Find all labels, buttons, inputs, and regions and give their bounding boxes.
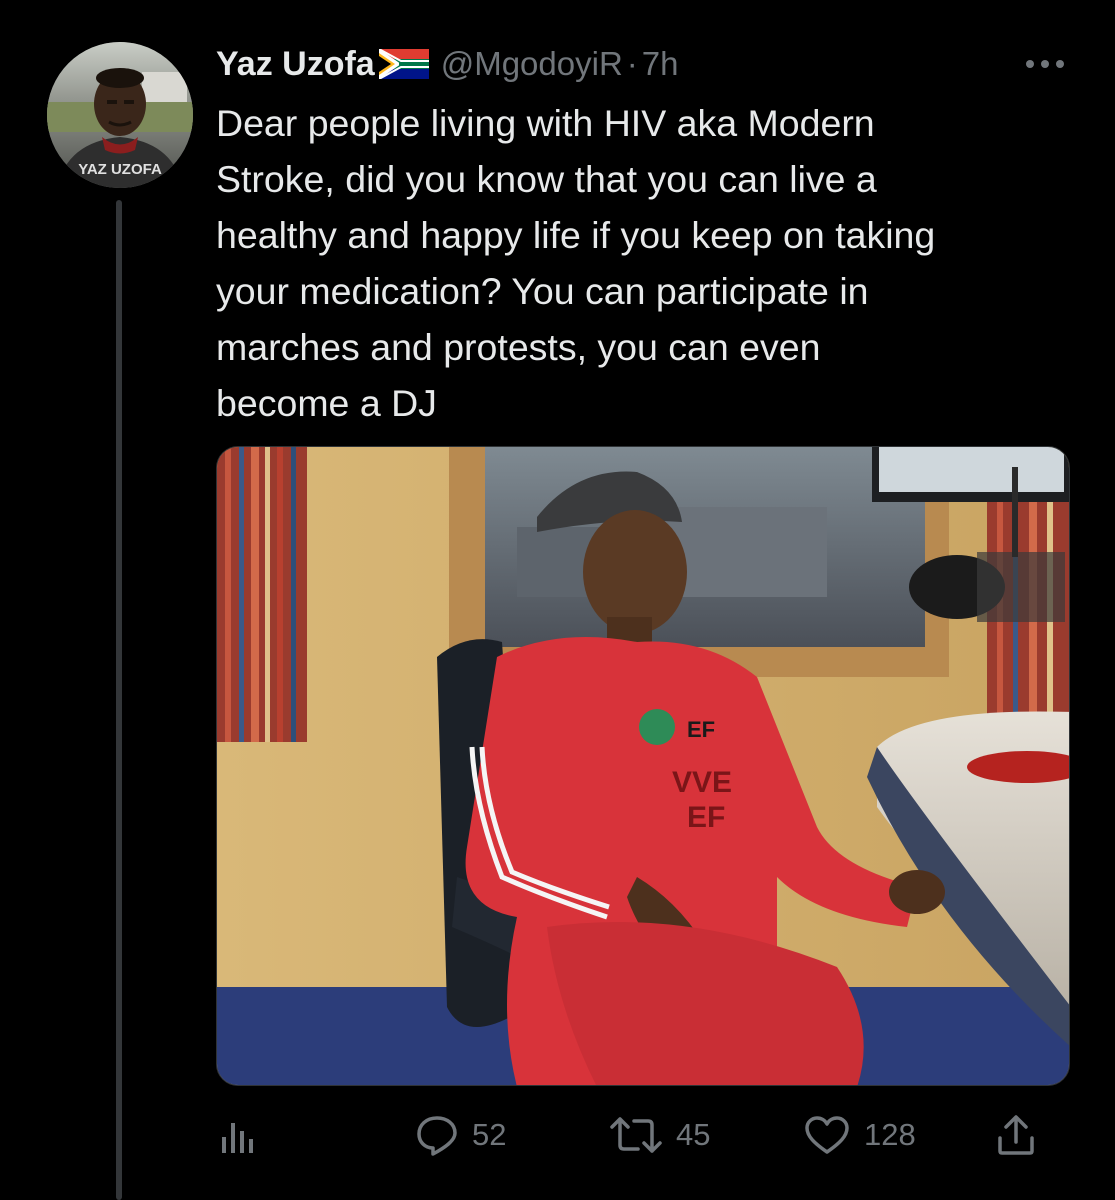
south-africa-flag-icon xyxy=(378,48,429,80)
analytics-icon xyxy=(222,1123,253,1153)
photo-image: EF VVE EF xyxy=(217,447,1069,1085)
tweet-text: Dear people living with HIV aka Modern S… xyxy=(216,95,1076,431)
tweet-text-line: your medication? You can participate in xyxy=(216,270,869,312)
tweet-photo[interactable]: EF VVE EF xyxy=(216,446,1070,1086)
heart-icon xyxy=(805,1116,849,1154)
timestamp[interactable]: 7h xyxy=(642,45,679,83)
reply-count: 52 xyxy=(472,1117,507,1152)
analytics-button[interactable] xyxy=(220,1110,254,1160)
like-count: 128 xyxy=(864,1117,916,1152)
retweet-count: 45 xyxy=(676,1117,711,1152)
more-horizontal-icon[interactable] xyxy=(1020,52,1070,76)
tweet-text-line: marches and protests, you can even xyxy=(216,326,821,368)
tweet-text-line: Stroke, did you know that you can live a xyxy=(216,158,877,200)
display-name[interactable]: Yaz Uzofa xyxy=(216,45,375,84)
avatar[interactable]: YAZ UZOFA xyxy=(47,42,193,188)
share-button[interactable] xyxy=(996,1110,1036,1160)
share-icon xyxy=(998,1115,1034,1155)
retweet-icon xyxy=(610,1117,662,1153)
avatar-caption: YAZ UZOFA xyxy=(78,161,162,178)
reply-button[interactable]: 52 xyxy=(416,1110,506,1160)
user-handle[interactable]: @MgodoyiR xyxy=(441,45,623,83)
action-bar: 52 45 128 xyxy=(216,1110,1076,1160)
thread-line xyxy=(116,200,122,1200)
svg-text:VVE: VVE xyxy=(672,766,732,799)
retweet-button[interactable]: 45 xyxy=(610,1110,710,1160)
tweet-header: Yaz Uzofa @MgodoyiR · 7h xyxy=(216,40,679,88)
tweet-text-line: become a DJ xyxy=(216,382,437,424)
tweet-text-line: healthy and happy life if you keep on ta… xyxy=(216,214,936,256)
svg-text:EF: EF xyxy=(687,717,715,742)
reply-icon xyxy=(417,1116,457,1156)
separator-dot: · xyxy=(626,45,638,82)
tweet-text-line: Dear people living with HIV aka Modern xyxy=(216,102,875,144)
svg-text:EF: EF xyxy=(687,801,725,834)
like-button[interactable]: 128 xyxy=(804,1110,916,1160)
tweet: YAZ UZOFA Yaz Uzofa @MgodoyiR · 7h Dear … xyxy=(0,0,1115,1200)
